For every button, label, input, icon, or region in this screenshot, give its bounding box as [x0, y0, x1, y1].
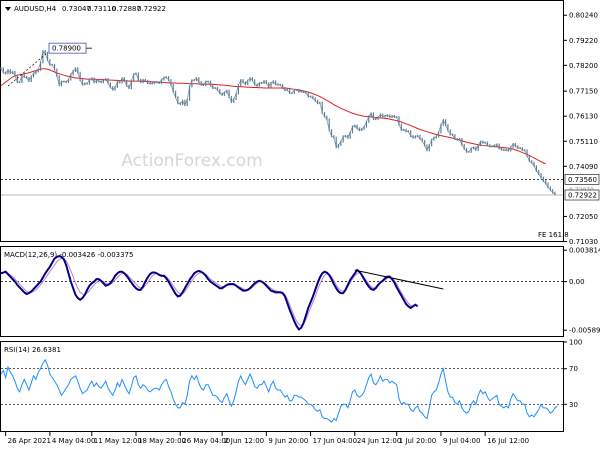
- x-tick-label: 26 May 04:00: [182, 437, 230, 445]
- price-panel-frame: [0, 0, 564, 242]
- x-tick-label: 16 Jul 12:00: [487, 437, 529, 445]
- rsi-panel-frame: [0, 341, 564, 432]
- fe-label: FE 161.8: [538, 231, 569, 239]
- price-ytick-label: 0.72050: [569, 213, 598, 221]
- price-ytick-label: 0.76130: [569, 113, 598, 121]
- x-tick-label: 4 May 04:00: [52, 437, 96, 445]
- price-ytick-label: 0.71030: [569, 238, 598, 246]
- ohlc-close: 0.72922: [137, 5, 166, 13]
- price-ytick-label: 0.74090: [569, 163, 598, 171]
- watermark: ActionForex.com: [121, 151, 262, 171]
- rsi-ytick-label: 100: [569, 339, 582, 347]
- current-price-label: 0.72922: [568, 192, 597, 200]
- x-tick-label: 26 Apr 2021: [8, 437, 51, 445]
- x-tick-label: 18 May 20:00: [138, 437, 186, 445]
- price-ytick-label: 0.78200: [569, 62, 598, 70]
- x-tick-label: 9 Jul 04:00: [443, 437, 481, 445]
- macd-panel-frame: [0, 246, 564, 337]
- macd-label: MACD(12,26,9) -0.003426 -0.003375: [4, 251, 133, 259]
- x-tick-label: 2 Jun 12:00: [224, 437, 264, 445]
- macd-ytick-label: 0.003814: [569, 247, 600, 255]
- x-tick-label: 9 Jun 20:00: [268, 437, 308, 445]
- rsi-ytick-label: 30: [569, 401, 578, 409]
- x-tick-label: 11 May 12:00: [94, 437, 142, 445]
- x-tick-label: 24 Jun 12:00: [357, 437, 401, 445]
- dashed-level-label: 0.73560: [568, 176, 597, 184]
- x-tick-label: 17 Jun 04:00: [313, 437, 357, 445]
- price-ytick-label: 0.79220: [569, 37, 598, 45]
- price-ytick-label: 0.80240: [569, 12, 598, 20]
- macd-ytick-label: 0.00: [569, 278, 585, 286]
- forex-chart: ActionForex.com AUDUSD,H4 0.73047 0.7311…: [0, 0, 600, 445]
- annotation-label: 0.78900: [52, 45, 81, 53]
- rsi-label: RSI(14) 26.6381: [4, 346, 61, 354]
- axis-layer: 26 Apr 2021 4 May 04:0011 May 12:0018 May…: [5, 432, 529, 445]
- x-tick-label: 1 Jul 20:00: [399, 437, 437, 445]
- rsi-ytick-label: 70: [569, 365, 578, 373]
- price-ytick-label: 0.77150: [569, 88, 598, 96]
- symbol-label: AUDUSD,H4: [14, 5, 57, 13]
- macd-ytick-label: -0.005895: [569, 327, 600, 335]
- price-ytick-label: 0.75110: [569, 138, 598, 146]
